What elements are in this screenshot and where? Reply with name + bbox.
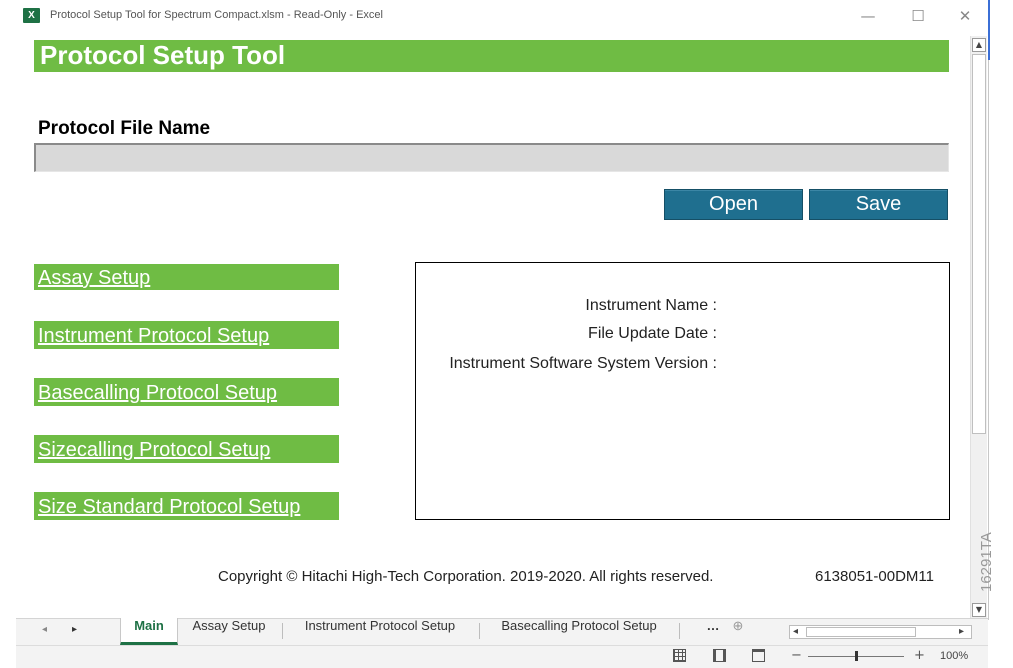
basecalling-protocol-setup-link[interactable]: Basecalling Protocol Setup (34, 378, 339, 406)
page-layout-view-icon[interactable] (713, 649, 726, 662)
protocol-file-name-label: Protocol File Name (38, 118, 211, 139)
zoom-in-button[interactable]: + (914, 648, 925, 663)
tab-basecalling-protocol-setup[interactable]: Basecalling Protocol Setup (487, 618, 671, 645)
file-update-date-label: File Update Date : (588, 325, 717, 342)
scroll-left-arrow-icon[interactable]: ◂ (793, 626, 798, 637)
scroll-right-arrow-icon[interactable]: ▸ (959, 626, 964, 637)
add-sheet-icon[interactable]: ⊕ (728, 618, 748, 645)
zoom-level[interactable]: 100% (940, 650, 968, 662)
tab-instrument-protocol-setup[interactable]: Instrument Protocol Setup (290, 618, 470, 645)
zoom-out-button[interactable]: − (791, 648, 802, 663)
tab-prev-arrow-icon[interactable]: ◂ (42, 624, 47, 635)
vertical-scroll-thumb[interactable] (972, 54, 986, 434)
tab-next-arrow-icon[interactable]: ▸ (72, 624, 77, 635)
minimize-button[interactable]: — (853, 4, 883, 28)
save-button[interactable]: Save (809, 189, 948, 220)
tab-separator (282, 623, 283, 639)
zoom-slider-thumb[interactable] (855, 651, 858, 661)
size-standard-protocol-setup-link[interactable]: Size Standard Protocol Setup (34, 492, 339, 520)
maximize-button[interactable]: ☐ (903, 4, 933, 28)
assay-setup-link[interactable]: Assay Setup (34, 264, 339, 290)
window-title: Protocol Setup Tool for Spectrum Compact… (50, 9, 383, 21)
tab-separator (679, 623, 680, 639)
scroll-down-arrow-icon[interactable]: ▼ (972, 603, 986, 617)
figure-code: 16291TA (978, 532, 995, 592)
instrument-name-label: Instrument Name : (585, 297, 717, 314)
open-button[interactable]: Open (664, 189, 803, 220)
tab-separator (479, 623, 480, 639)
protocol-file-name-field[interactable] (34, 143, 949, 172)
tab-assay-setup[interactable]: Assay Setup (184, 618, 274, 645)
close-button[interactable]: ✕ (950, 4, 980, 28)
excel-icon: X (23, 8, 40, 23)
tab-main[interactable]: Main (120, 618, 178, 645)
normal-view-icon[interactable] (673, 649, 686, 662)
copyright-text: Copyright © Hitachi High-Tech Corporatio… (218, 568, 714, 585)
window-frame-accent (988, 0, 990, 60)
instrument-protocol-setup-link[interactable]: Instrument Protocol Setup (34, 321, 339, 349)
document-id: 6138051-00DM11 (815, 568, 934, 585)
tab-more-ellipsis[interactable]: … (700, 618, 726, 645)
sizecalling-protocol-setup-link[interactable]: Sizecalling Protocol Setup (34, 435, 339, 463)
scroll-up-arrow-icon[interactable]: ▲ (972, 38, 986, 52)
page-title: Protocol Setup Tool (40, 40, 286, 70)
horizontal-scroll-thumb[interactable] (806, 627, 916, 637)
software-version-label: Instrument Software System Version : (449, 355, 717, 372)
page-break-preview-icon[interactable] (752, 649, 765, 662)
